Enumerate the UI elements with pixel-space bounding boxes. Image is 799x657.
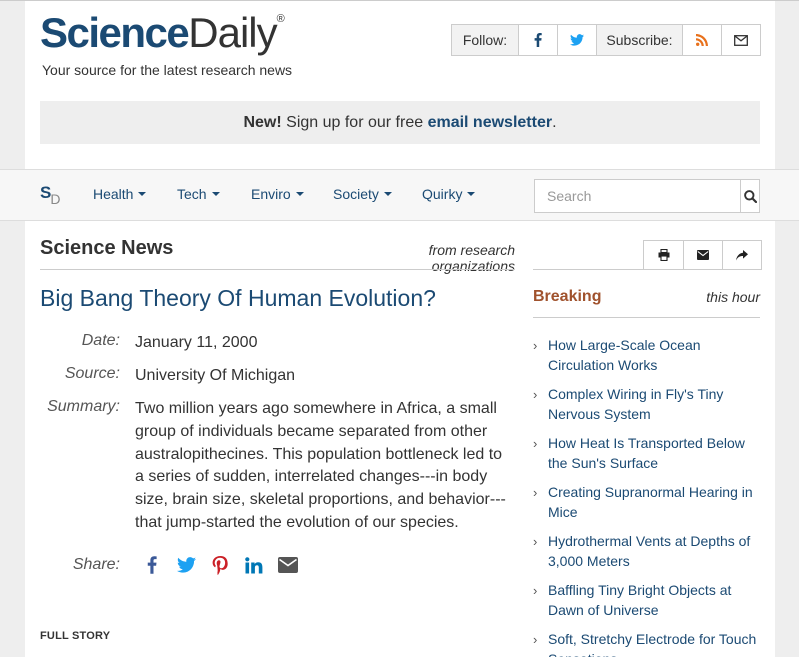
list-item[interactable]: › How Large-Scale Ocean Circulation Works bbox=[533, 335, 760, 375]
chevron-right-icon: › bbox=[533, 632, 538, 647]
nav-quirky-label: Quirky bbox=[422, 186, 463, 202]
full-story-heading: FULL STORY bbox=[40, 630, 111, 642]
twitter-icon bbox=[570, 34, 584, 46]
nav-tech[interactable]: Tech bbox=[177, 186, 220, 202]
follow-label: Follow: bbox=[452, 25, 518, 55]
nav-enviro-label: Enviro bbox=[251, 186, 291, 202]
newsletter-new-badge: New! bbox=[243, 113, 282, 131]
list-item-link[interactable]: How Heat Is Transported Below the Sun's … bbox=[548, 435, 745, 471]
chevron-right-icon: › bbox=[533, 387, 538, 402]
twitter-icon bbox=[176, 557, 196, 573]
nav-society[interactable]: Society bbox=[333, 186, 392, 202]
chevron-right-icon: › bbox=[533, 436, 538, 451]
email-subscribe-button[interactable] bbox=[721, 25, 760, 55]
main-navbar: SD Health Tech Enviro Society Quirky bbox=[0, 169, 799, 221]
nav-quirky[interactable]: Quirky bbox=[422, 186, 476, 202]
email-article-button[interactable] bbox=[683, 241, 722, 269]
newsletter-link[interactable]: email newsletter bbox=[428, 114, 553, 132]
breaking-heading: Breaking bbox=[533, 288, 602, 305]
list-item[interactable]: › Hydrothermal Vents at Depths of 3,000 M… bbox=[533, 531, 760, 571]
summary-text: Two million years ago somewhere in Afric… bbox=[135, 400, 506, 531]
rss-subscribe-button[interactable] bbox=[682, 25, 721, 55]
nav-enviro[interactable]: Enviro bbox=[251, 186, 304, 202]
top-border bbox=[0, 0, 799, 1]
list-item[interactable]: › Complex Wiring in Fly's Tiny Nervous Sy… bbox=[533, 384, 760, 424]
date-value: January 11, 2000 bbox=[135, 334, 258, 351]
list-item-link[interactable]: Hydrothermal Vents at Depths of 3,000 Me… bbox=[548, 533, 750, 569]
divider bbox=[533, 269, 760, 270]
date-label: Date: bbox=[81, 332, 120, 349]
sd-mark-d: D bbox=[50, 191, 61, 207]
twitter-follow-button[interactable] bbox=[557, 25, 596, 55]
sd-home-mark[interactable]: SD bbox=[40, 183, 61, 207]
chevron-right-icon: › bbox=[533, 485, 538, 500]
logo-registered-mark: ® bbox=[276, 13, 285, 25]
share-article-button[interactable] bbox=[722, 241, 761, 269]
this-hour-label: this hour bbox=[706, 289, 760, 305]
pinterest-icon bbox=[212, 555, 228, 575]
caret-down-icon bbox=[138, 192, 147, 197]
share-linkedin-button[interactable] bbox=[237, 553, 271, 577]
list-item-link[interactable]: Soft, Stretchy Electrode for Touch Sensa… bbox=[548, 631, 756, 657]
caret-down-icon bbox=[467, 192, 476, 197]
envelope-icon bbox=[697, 250, 709, 260]
newsletter-text: Sign up for our free bbox=[281, 113, 428, 131]
list-item[interactable]: › Baffling Tiny Bright Objects at Dawn of… bbox=[533, 580, 760, 620]
site-tagline: Your source for the latest research news bbox=[42, 62, 293, 78]
caret-down-icon bbox=[383, 192, 392, 197]
facebook-follow-button[interactable] bbox=[518, 25, 557, 55]
site-logo[interactable]: ScienceDaily® bbox=[40, 12, 285, 54]
social-bar: Follow: Subscribe: bbox=[451, 24, 761, 56]
share-twitter-button[interactable] bbox=[169, 553, 203, 577]
article-tools bbox=[643, 240, 762, 270]
search-button[interactable] bbox=[740, 180, 759, 212]
list-item-link[interactable]: Complex Wiring in Fly's Tiny Nervous Sys… bbox=[548, 386, 723, 422]
breaking-news-list: › How Large-Scale Ocean Circulation Works… bbox=[533, 335, 760, 657]
caret-down-icon bbox=[295, 192, 304, 197]
search-input[interactable] bbox=[535, 180, 740, 212]
list-item[interactable]: › Soft, Stretchy Electrode for Touch Sens… bbox=[533, 629, 760, 657]
share-buttons bbox=[135, 553, 305, 577]
list-item-link[interactable]: How Large-Scale Ocean Circulation Works bbox=[548, 337, 701, 373]
newsletter-banner: New! Sign up for our free email newslett… bbox=[40, 101, 760, 144]
facebook-icon bbox=[147, 556, 157, 574]
linkedin-icon bbox=[245, 556, 263, 573]
source-label: Source: bbox=[64, 365, 120, 382]
nav-health[interactable]: Health bbox=[93, 186, 147, 202]
list-item[interactable]: › Creating Supranormal Hearing in Mice bbox=[533, 482, 760, 522]
list-item[interactable]: › How Heat Is Transported Below the Sun's… bbox=[533, 433, 760, 473]
chevron-right-icon: › bbox=[533, 338, 538, 353]
section-title: Science News bbox=[40, 237, 174, 259]
subscribe-label: Subscribe: bbox=[596, 25, 682, 55]
list-item-link[interactable]: Creating Supranormal Hearing in Mice bbox=[548, 484, 753, 520]
nav-health-label: Health bbox=[93, 186, 134, 202]
divider bbox=[533, 317, 760, 318]
share-arrow-icon bbox=[736, 249, 748, 260]
facebook-icon bbox=[534, 33, 542, 47]
chevron-right-icon: › bbox=[533, 534, 538, 549]
list-item-link[interactable]: Baffling Tiny Bright Objects at Dawn of … bbox=[548, 582, 731, 618]
print-icon bbox=[658, 249, 669, 261]
article-headline: Big Bang Theory Of Human Evolution? bbox=[40, 285, 436, 311]
divider bbox=[40, 269, 515, 270]
rss-icon bbox=[696, 34, 708, 46]
print-button[interactable] bbox=[644, 241, 683, 269]
nav-society-label: Society bbox=[333, 186, 379, 202]
nav-tech-label: Tech bbox=[177, 186, 207, 202]
envelope-icon bbox=[278, 557, 298, 573]
chevron-right-icon: › bbox=[533, 583, 538, 598]
newsletter-period: . bbox=[552, 113, 557, 131]
share-facebook-button[interactable] bbox=[135, 553, 169, 577]
summary-label: Summary: bbox=[47, 398, 120, 415]
search-icon bbox=[743, 189, 757, 203]
share-email-button[interactable] bbox=[271, 553, 305, 577]
share-pinterest-button[interactable] bbox=[203, 553, 237, 577]
share-label: Share: bbox=[72, 556, 120, 573]
logo-science: Science bbox=[40, 9, 190, 56]
envelope-icon bbox=[734, 34, 748, 46]
source-value: University Of Michigan bbox=[135, 367, 296, 384]
search-box bbox=[534, 179, 760, 213]
logo-daily: Daily bbox=[188, 9, 277, 56]
caret-down-icon bbox=[211, 192, 220, 197]
